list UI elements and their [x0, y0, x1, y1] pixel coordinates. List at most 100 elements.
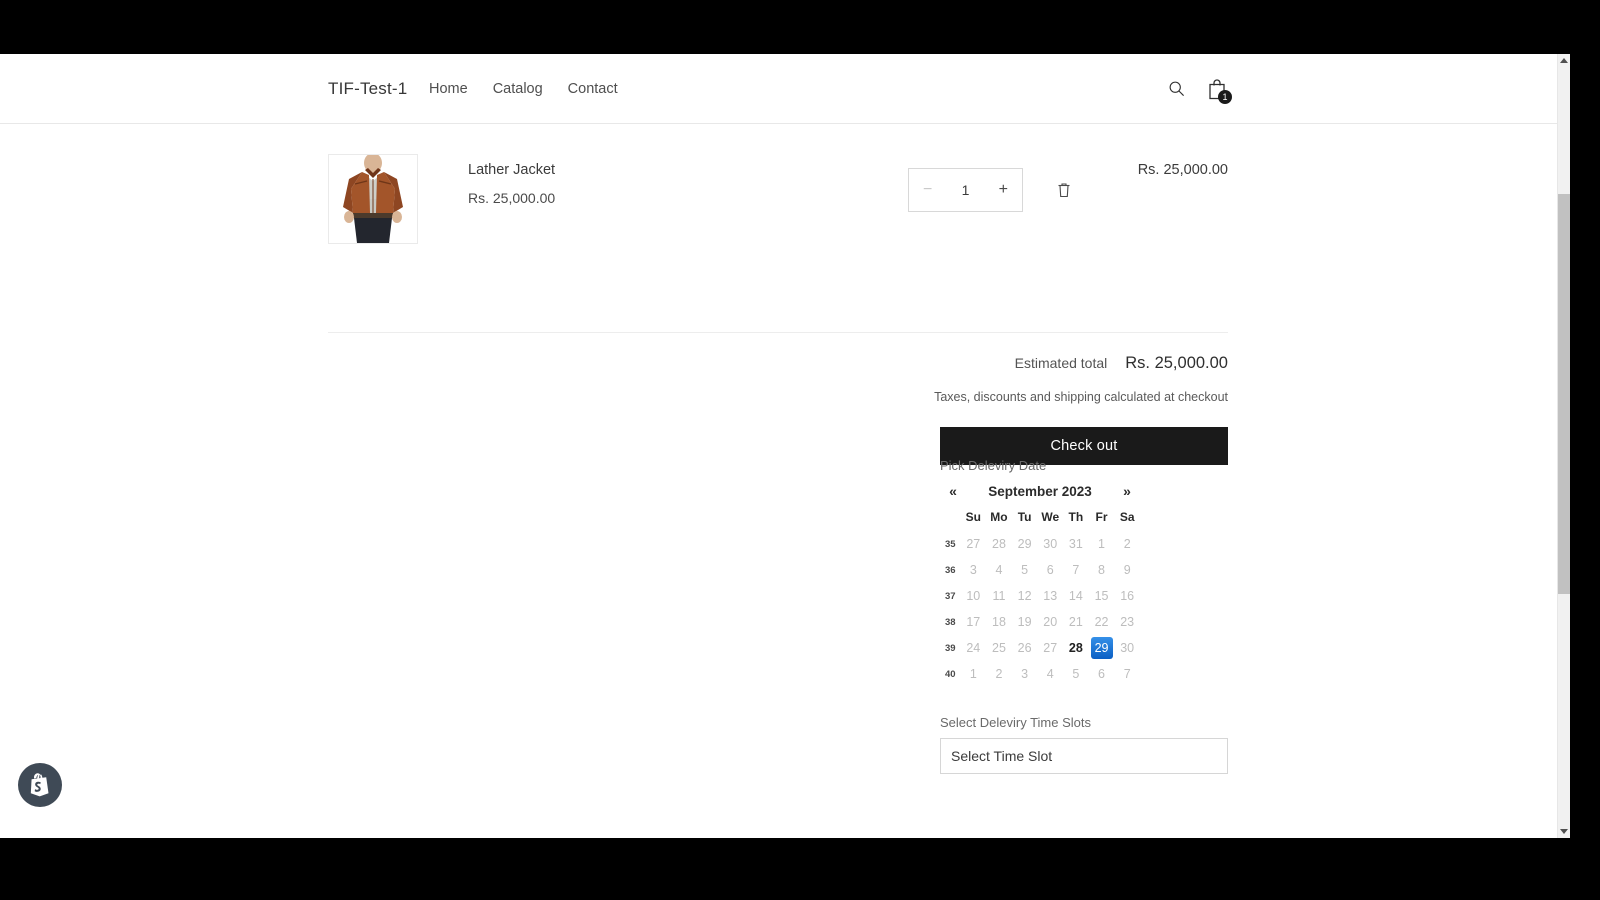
calendar-day[interactable]: 1 [1089, 531, 1115, 557]
calendar-week-number: 37 [944, 590, 956, 602]
letterbox-top [0, 0, 1600, 54]
vertical-scrollbar[interactable] [1557, 54, 1570, 838]
calendar-day[interactable]: 11 [986, 583, 1012, 609]
calendar-day[interactable]: 27 [1037, 635, 1063, 661]
nav-item-home[interactable]: Home [429, 81, 468, 97]
calendar-weekday-su: Su [965, 510, 981, 524]
calendar-day[interactable]: 8 [1089, 557, 1115, 583]
quantity-increase-button[interactable]: + [999, 182, 1008, 198]
browser-viewport: TIF-Test-1 Home Catalog Contact 1 Lather… [0, 54, 1570, 838]
shopify-logo-icon[interactable] [18, 763, 62, 807]
nav-item-contact[interactable]: Contact [568, 81, 618, 97]
quantity-decrease-button[interactable]: − [923, 182, 932, 198]
calendar-weekday-fr: Fr [1095, 510, 1108, 524]
calendar-day[interactable]: 7 [1114, 661, 1140, 687]
calendar-day[interactable]: 30 [1037, 531, 1063, 557]
product-thumbnail[interactable] [328, 154, 418, 244]
calendar-day[interactable]: 14 [1063, 583, 1089, 609]
calendar-day[interactable]: 2 [986, 661, 1012, 687]
next-month-button[interactable]: » [1116, 483, 1138, 499]
calendar-day[interactable]: 15 [1089, 583, 1115, 609]
calendar-day[interactable]: 1 [961, 661, 987, 687]
estimated-total-value: Rs. 25,000.00 [1125, 354, 1228, 372]
quantity-controls: − 1 + [908, 168, 1075, 212]
calendar-day[interactable]: 19 [1012, 609, 1038, 635]
calendar-day[interactable]: 3 [961, 557, 987, 583]
calendar-weekday-th: Th [1068, 510, 1084, 524]
tax-shipping-note: Taxes, discounts and shipping calculated… [934, 390, 1228, 404]
scroll-up-arrow-icon[interactable] [1558, 54, 1570, 67]
site-header: TIF-Test-1 Home Catalog Contact 1 [0, 54, 1557, 124]
calendar-body: 35 27 28 29 30 31 1 2 36 3 4 5 6 7 8 9 37 10 11 12 13 14 15 16 3… [940, 531, 1140, 687]
cart-link[interactable]: 1 [1207, 78, 1232, 104]
calendar-day[interactable]: 16 [1114, 583, 1140, 609]
calendar-day[interactable]: 18 [986, 609, 1012, 635]
calendar-day[interactable]: 6 [1037, 557, 1063, 583]
calendar-day[interactable]: 31 [1063, 531, 1089, 557]
calendar-weekday-row: Su Mo Tu We Th Fr Sa [940, 507, 1140, 531]
calendar-day-selected[interactable]: 29 [1089, 635, 1115, 661]
header-actions: 1 [1168, 78, 1232, 104]
calendar-weekday-tu: Tu [1017, 510, 1032, 524]
search-icon[interactable] [1168, 80, 1185, 97]
calendar-week-number: 39 [944, 642, 956, 654]
storefront-page: TIF-Test-1 Home Catalog Contact 1 Lather… [0, 54, 1557, 838]
calendar-day-today[interactable]: 28 [1063, 635, 1089, 661]
calendar-day[interactable]: 26 [1012, 635, 1038, 661]
calendar-day[interactable]: 2 [1114, 531, 1140, 557]
calendar-week-number: 36 [944, 564, 956, 576]
timeslot-select[interactable]: Select Time Slot [940, 738, 1228, 774]
nav-item-catalog[interactable]: Catalog [493, 81, 543, 97]
calendar-day[interactable]: 5 [1063, 661, 1089, 687]
cart-summary: Estimated total Rs. 25,000.00 Taxes, dis… [928, 354, 1228, 465]
calendar-month-title[interactable]: September 2023 [988, 484, 1092, 499]
calendar-day[interactable]: 10 [961, 583, 987, 609]
scrollbar-thumb[interactable] [1558, 194, 1570, 594]
cart-line-item: Lather Jacket Rs. 25,000.00 − 1 + Rs. 25… [328, 154, 1228, 276]
calendar-day[interactable]: 4 [1037, 661, 1063, 687]
calendar-day[interactable]: 27 [961, 531, 987, 557]
scroll-down-arrow-icon[interactable] [1558, 825, 1570, 838]
calendar-weekday-mo: Mo [990, 510, 1008, 524]
calendar-day[interactable]: 5 [1012, 557, 1038, 583]
calendar-weekday-we: We [1041, 510, 1060, 524]
product-details: Lather Jacket Rs. 25,000.00 [468, 154, 555, 206]
calendar-day[interactable]: 7 [1063, 557, 1089, 583]
letterbox-bottom [0, 838, 1600, 900]
calendar-day[interactable]: 22 [1089, 609, 1115, 635]
calendar-day[interactable]: 20 [1037, 609, 1063, 635]
estimated-total-row: Estimated total Rs. 25,000.00 [928, 354, 1228, 373]
calendar-day[interactable]: 28 [986, 531, 1012, 557]
timeslot-block: Select Deleviry Time Slots Select Time S… [940, 715, 1228, 774]
calendar-day[interactable]: 21 [1063, 609, 1089, 635]
calendar-day[interactable]: 6 [1089, 661, 1115, 687]
prev-month-button[interactable]: « [942, 483, 964, 499]
calendar-day[interactable]: 25 [986, 635, 1012, 661]
product-unit-price: Rs. 25,000.00 [468, 190, 556, 206]
calendar-day[interactable]: 24 [961, 635, 987, 661]
calendar-day[interactable]: 13 [1037, 583, 1063, 609]
calendar-week-number: 40 [944, 668, 956, 680]
calendar-week-row: 35 27 28 29 30 31 1 2 [940, 531, 1140, 557]
delivery-date-picker: « September 2023 » Su Mo Tu We Th Fr Sa 35 27 28… [940, 483, 1140, 687]
product-title[interactable]: Lather Jacket [468, 162, 555, 178]
calendar-day[interactable]: 4 [986, 557, 1012, 583]
calendar-week-row: 36 3 4 5 6 7 8 9 [940, 557, 1140, 583]
calendar-day[interactable]: 3 [1012, 661, 1038, 687]
calendar-day-label: 29 [1090, 637, 1113, 659]
pick-delivery-date-label: Pick Deleviry Date [940, 458, 1047, 473]
calendar-day[interactable]: 12 [1012, 583, 1038, 609]
calendar-week-number: 38 [944, 616, 956, 628]
week-number-header [940, 507, 961, 531]
estimated-total-label: Estimated total [1014, 355, 1108, 371]
main-navigation: Home Catalog Contact [429, 81, 618, 97]
store-logo[interactable]: TIF-Test-1 [328, 79, 407, 99]
calendar-day[interactable]: 23 [1114, 609, 1140, 635]
calendar-day[interactable]: 30 [1114, 635, 1140, 661]
quantity-stepper: − 1 + [908, 168, 1023, 212]
calendar-day[interactable]: 9 [1114, 557, 1140, 583]
trash-icon[interactable] [1053, 179, 1075, 201]
calendar-day[interactable]: 17 [961, 609, 987, 635]
quantity-value: 1 [961, 182, 970, 198]
calendar-day[interactable]: 29 [1012, 531, 1038, 557]
